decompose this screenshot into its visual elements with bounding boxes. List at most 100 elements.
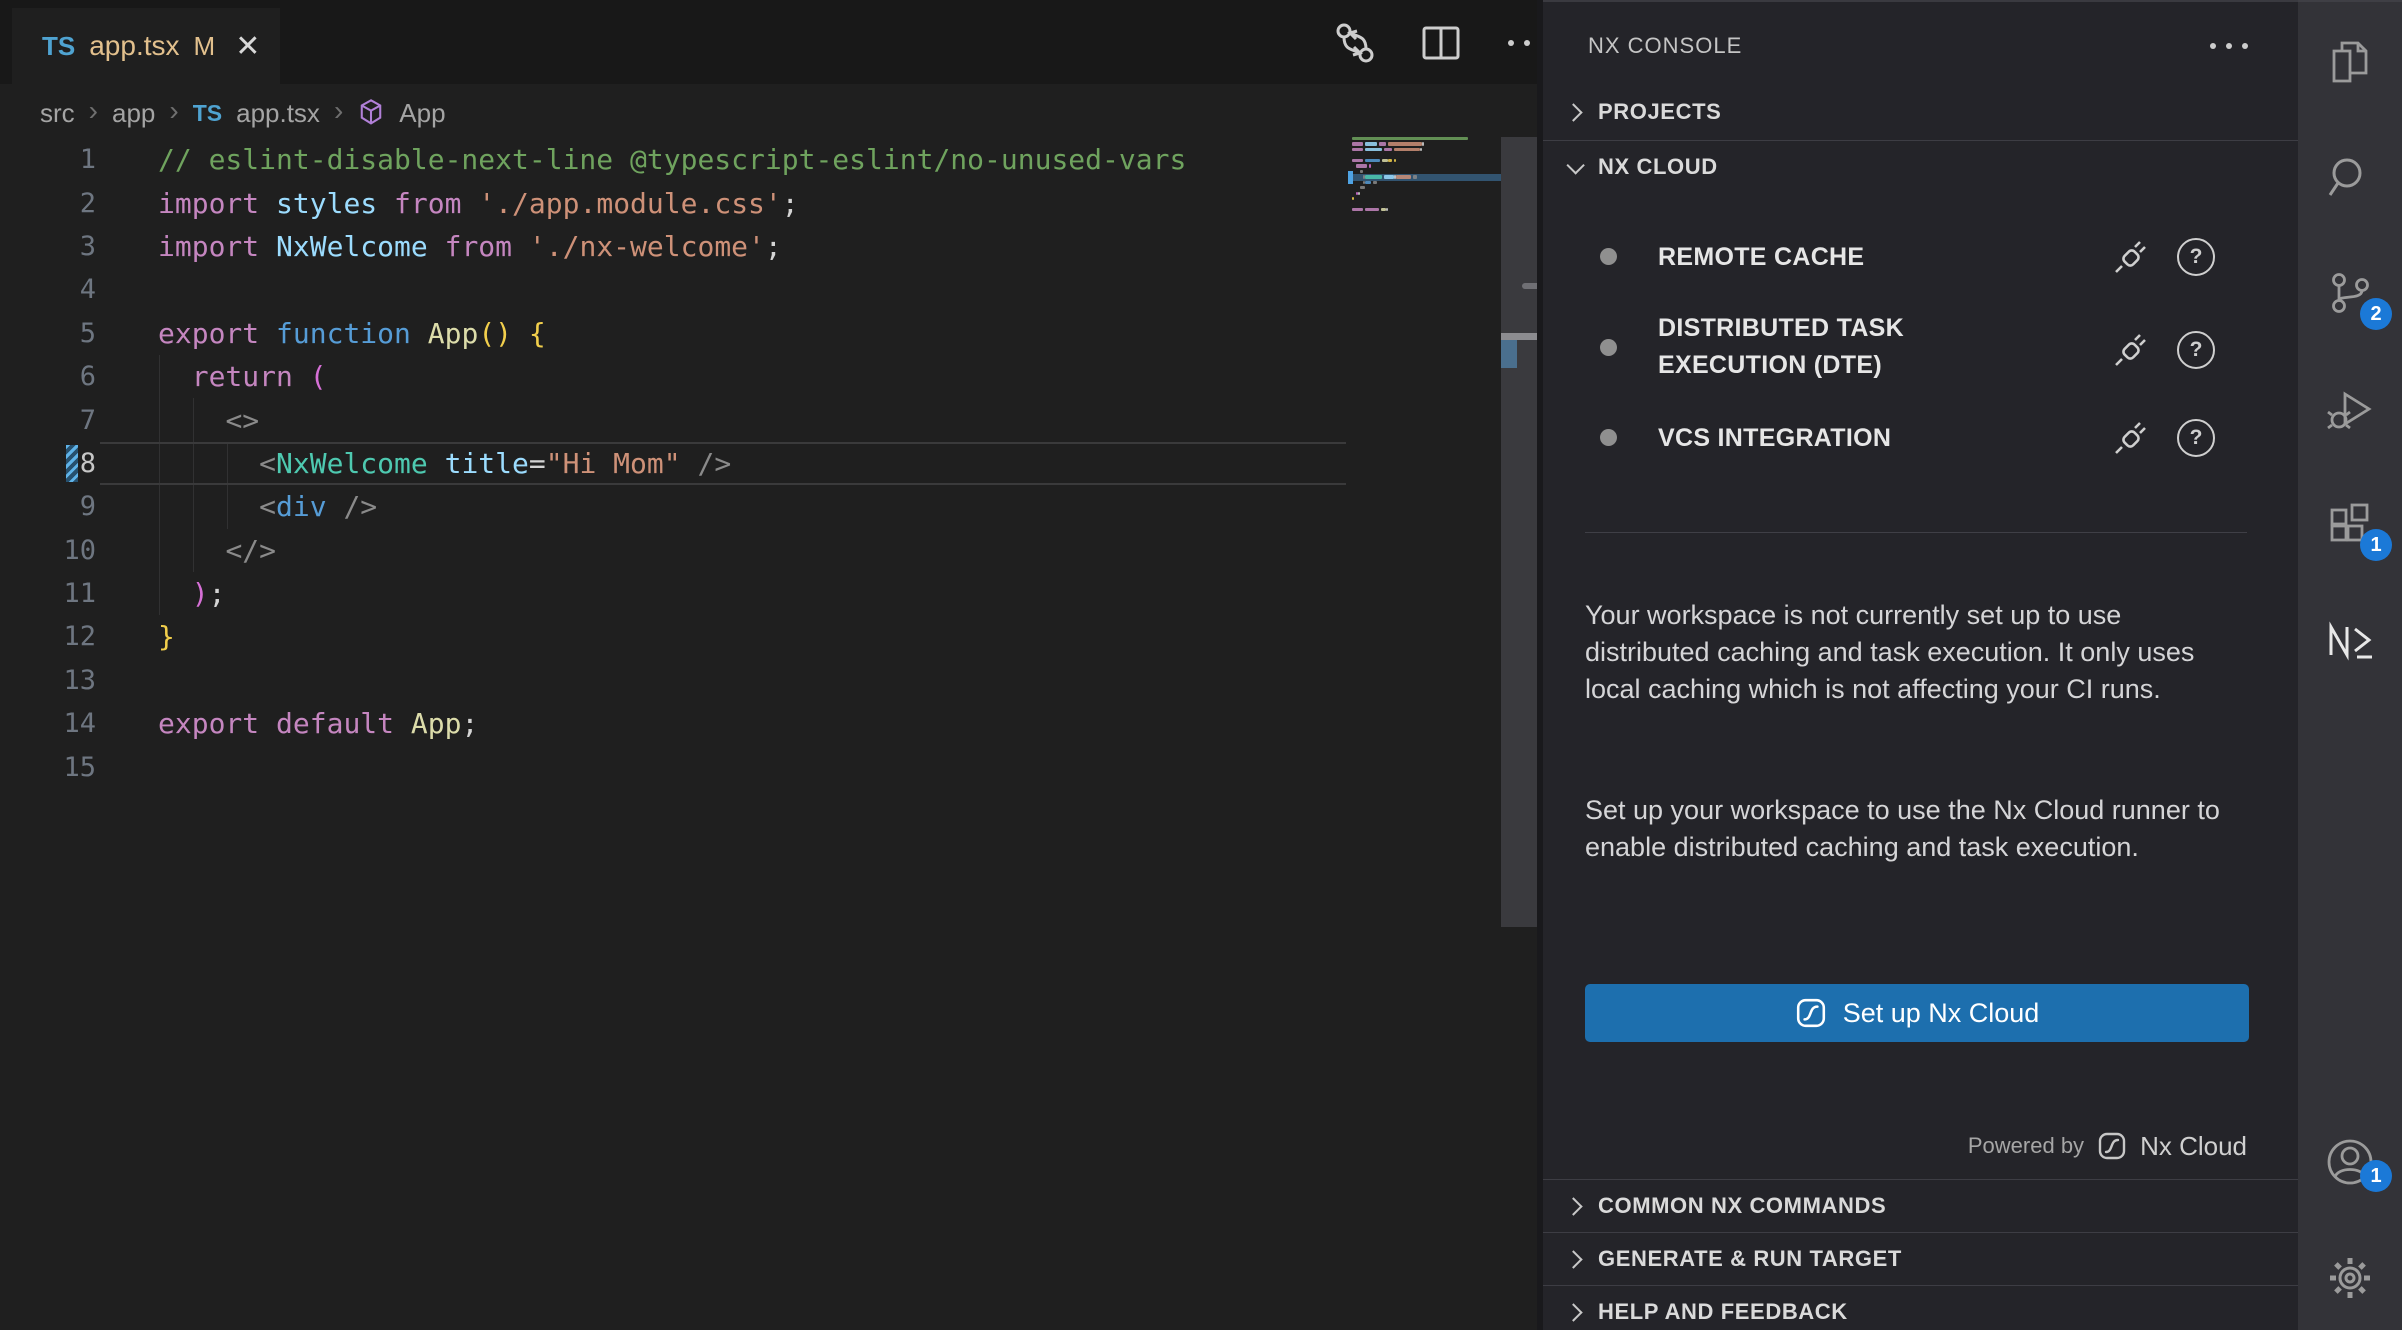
code-editor[interactable]: 1// eslint-disable-next-line @typescript… [0, 138, 1348, 789]
tab-close-icon[interactable]: ✕ [235, 29, 260, 64]
minimap-code-bar [1365, 142, 1376, 145]
breadcrumb-app[interactable]: app [112, 98, 155, 129]
divider [1543, 1285, 2298, 1286]
minimap-code-bar [1352, 142, 1363, 145]
editor-toolbar [1326, 14, 1556, 72]
code-text: import NxWelcome from './nx-welcome'; [158, 230, 782, 263]
status-dot-icon [1600, 248, 1617, 265]
divider [1543, 1232, 2298, 1233]
line-number[interactable]: 4 [0, 274, 96, 305]
connect-plug-icon[interactable] [2111, 418, 2151, 458]
minimap-code-bar [1365, 148, 1382, 151]
help-question-icon[interactable]: ? [2177, 331, 2215, 369]
code-text: <> [158, 404, 259, 437]
line-number[interactable]: 9 [0, 491, 96, 522]
line-number[interactable]: 12 [0, 621, 96, 652]
line-number[interactable]: 5 [0, 318, 96, 349]
account-icon[interactable]: 1 [2298, 1116, 2402, 1208]
line-number[interactable]: 15 [0, 752, 96, 783]
indent-guide [159, 398, 160, 441]
breadcrumb-symbol[interactable]: App [399, 98, 445, 129]
code-line[interactable]: 1// eslint-disable-next-line @typescript… [0, 138, 1348, 181]
help-question-icon[interactable]: ? [2177, 419, 2215, 457]
code-line[interactable]: 5export function App() { [0, 312, 1348, 355]
indent-guide [159, 529, 160, 572]
code-line[interactable]: 4 [0, 268, 1348, 311]
editor-region: TS app.tsx M ✕ [0, 0, 1543, 1330]
breadcrumb-src[interactable]: src [40, 98, 75, 129]
symbol-cube-icon [357, 98, 385, 128]
code-line[interactable]: 2 import styles from './app.module.css'; [0, 181, 1348, 224]
section-projects[interactable]: PROJECTS [1543, 87, 2298, 137]
connect-plug-icon[interactable] [2111, 330, 2151, 370]
code-text: } [158, 620, 175, 653]
code-line[interactable]: 10 </> [0, 529, 1348, 572]
breadcrumb-file[interactable]: app.tsx [236, 98, 320, 129]
extensions-icon[interactable]: 1 [2298, 479, 2402, 571]
code-line[interactable]: 12} [0, 615, 1348, 658]
line-number[interactable]: 2 [0, 188, 96, 219]
code-line[interactable]: 3 import NxWelcome from './nx-welcome'; [0, 225, 1348, 268]
overview-ruler-cursor-marker [1501, 333, 1537, 340]
code-line[interactable]: 14export default App; [0, 702, 1348, 745]
typescript-file-icon: TS [42, 31, 75, 62]
panel-title: NX CONSOLE [1588, 33, 1742, 59]
split-editor-icon[interactable] [1412, 18, 1470, 68]
code-line[interactable]: 7 <> [0, 398, 1348, 441]
divider [1543, 1179, 2298, 1180]
status-dot-icon [1600, 429, 1617, 446]
panel-more-actions-icon[interactable] [2200, 21, 2258, 71]
minimap-code-bar [1413, 175, 1417, 178]
section-common-nx-commands[interactable]: COMMON NX COMMANDS [1543, 1181, 2298, 1231]
line-number[interactable]: 3 [0, 231, 96, 262]
nx-console-icon[interactable] [2298, 594, 2402, 686]
line-number[interactable]: 7 [0, 405, 96, 436]
minimap[interactable] [1348, 137, 1501, 377]
minimap-code-bar [1388, 142, 1422, 145]
tab-app-tsx[interactable]: TS app.tsx M ✕ [12, 8, 280, 84]
minimap-code-bar [1365, 159, 1380, 162]
line-number[interactable]: 10 [0, 535, 96, 566]
section-help-and-feedback[interactable]: HELP AND FEEDBACK [1543, 1287, 2298, 1330]
code-line[interactable]: 11 ); [0, 572, 1348, 615]
search-icon[interactable] [2298, 132, 2402, 224]
explorer-files-icon[interactable] [2298, 14, 2402, 106]
tab-bar: TS app.tsx M ✕ [0, 0, 1543, 84]
section-generate-run-target[interactable]: GENERATE & RUN TARGET [1543, 1234, 2298, 1284]
section-nx-cloud[interactable]: NX CLOUD [1543, 142, 2298, 192]
code-line[interactable]: 13 [0, 659, 1348, 702]
divider [1585, 532, 2247, 533]
line-number[interactable]: 13 [0, 665, 96, 696]
line-number[interactable]: 11 [0, 578, 96, 609]
code-text: import styles from './app.module.css'; [158, 187, 799, 220]
code-line[interactable]: 9 <div /> [0, 485, 1348, 528]
overview-ruler-modified-marker [1501, 340, 1517, 368]
nx-cloud-logo-icon [1795, 997, 1827, 1029]
help-question-icon[interactable]: ? [2177, 238, 2215, 276]
code-line[interactable]: 8 <NxWelcome title="Hi Mom" /> [0, 442, 1348, 485]
line-number[interactable]: 8 [0, 448, 96, 479]
chevron-right-icon [1564, 1250, 1582, 1268]
line-number[interactable]: 1 [0, 144, 96, 175]
code-line[interactable]: 15 [0, 745, 1348, 788]
code-line[interactable]: 6 return ( [0, 355, 1348, 398]
minimap-code-bar [1352, 148, 1363, 151]
code-text: <NxWelcome title="Hi Mom" /> [158, 447, 731, 480]
open-changes-icon[interactable] [1326, 18, 1384, 68]
minimap-code-bar [1360, 186, 1366, 189]
indent-guide [227, 485, 228, 528]
line-number[interactable]: 6 [0, 361, 96, 392]
minimap-code-bar [1386, 208, 1388, 211]
minimap-code-bar [1369, 164, 1371, 167]
source-control-icon[interactable]: 2 [2298, 248, 2402, 340]
settings-gear-icon[interactable] [2298, 1232, 2402, 1324]
connect-plug-icon[interactable] [2111, 237, 2151, 277]
line-number[interactable]: 14 [0, 708, 96, 739]
vertical-scrollbar[interactable] [1501, 137, 1537, 927]
activity-bar: 2 1 [2298, 0, 2402, 1330]
minimap-code-bar [1373, 181, 1377, 184]
setup-nx-cloud-button[interactable]: Set up Nx Cloud [1585, 984, 2249, 1042]
run-debug-icon[interactable] [2298, 364, 2402, 456]
typescript-file-icon: TS [193, 100, 222, 127]
indent-guide [193, 398, 194, 441]
